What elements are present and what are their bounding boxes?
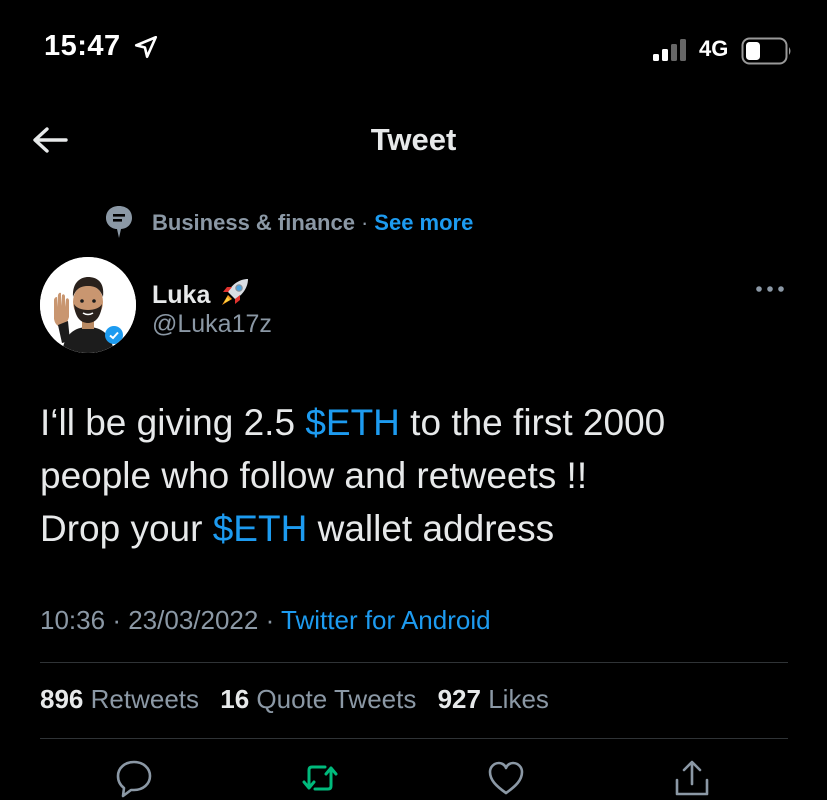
author-display-name[interactable]: Luka (152, 275, 252, 310)
tweet-meta: 10:36 · 23/03/2022 · Twitter for Android (40, 605, 491, 636)
like-icon[interactable] (486, 758, 526, 798)
retweets-label: Retweets (90, 684, 200, 714)
tweet-text-segment: Drop your (40, 508, 213, 549)
topic-icon (106, 206, 132, 238)
tweet-text-segment: wallet address (307, 508, 555, 549)
retweets-count: 896 (40, 684, 84, 714)
battery-icon (741, 37, 791, 65)
location-arrow-icon (134, 35, 158, 59)
tweet-text: I‘ll be giving 2.5 $ETH to the first 200… (40, 396, 800, 555)
likes-stat[interactable]: 927 Likes (438, 684, 563, 714)
retweet-icon[interactable] (300, 758, 340, 798)
cashtag-link[interactable]: $ETH (213, 508, 308, 549)
page-title: Tweet (370, 122, 457, 157)
retweets-stat[interactable]: 896 Retweets (40, 684, 213, 714)
tweet-text-segment: people who follow and retweets !! (40, 455, 588, 496)
divider (40, 738, 788, 739)
tweet-text-segment: to the first 2000 (399, 402, 666, 443)
tweet-source-link[interactable]: Twitter for Android (281, 605, 491, 635)
share-icon[interactable] (672, 758, 712, 798)
tweet-stats: 896 Retweets 16 Quote Tweets 927 Likes (40, 684, 563, 715)
avatar[interactable] (40, 257, 136, 353)
tweet-line-1: I‘ll be giving 2.5 $ETH to the first 200… (40, 396, 800, 449)
verified-badge-icon (105, 326, 123, 344)
topic-separator: · (360, 210, 369, 235)
topic-row: Business & finance · See more (152, 210, 473, 236)
meta-separator: · (112, 605, 121, 635)
author-name[interactable]: Luka (152, 281, 210, 309)
tweet-text-segment: I‘ll be giving 2.5 (40, 402, 306, 443)
topic-label: Business & finance (152, 210, 355, 235)
author-handle[interactable]: @Luka17z (152, 310, 272, 339)
rocket-emoji-icon (222, 279, 249, 305)
status-time: 15:47 (44, 30, 121, 62)
cashtag-link[interactable]: $ETH (305, 402, 400, 443)
network-type: 4G (699, 36, 729, 61)
see-more-link[interactable]: See more (374, 210, 473, 235)
quotes-stat[interactable]: 16 Quote Tweets (220, 684, 430, 714)
quotes-label: Quote Tweets (256, 684, 417, 714)
quotes-count: 16 (220, 684, 250, 714)
signal-icon (653, 39, 686, 61)
tweet-time: 10:36 (40, 605, 106, 635)
meta-separator: · (265, 605, 275, 635)
tweet-line-2: people who follow and retweets !! (40, 449, 800, 502)
likes-label: Likes (488, 684, 549, 714)
likes-count: 927 (437, 684, 481, 714)
divider (40, 662, 788, 663)
tweet-line-3: Drop your $ETH wallet address (40, 502, 800, 555)
more-options-icon[interactable] (754, 283, 786, 295)
reply-icon[interactable] (114, 758, 154, 798)
tweet-date: 23/03/2022 (128, 605, 259, 635)
